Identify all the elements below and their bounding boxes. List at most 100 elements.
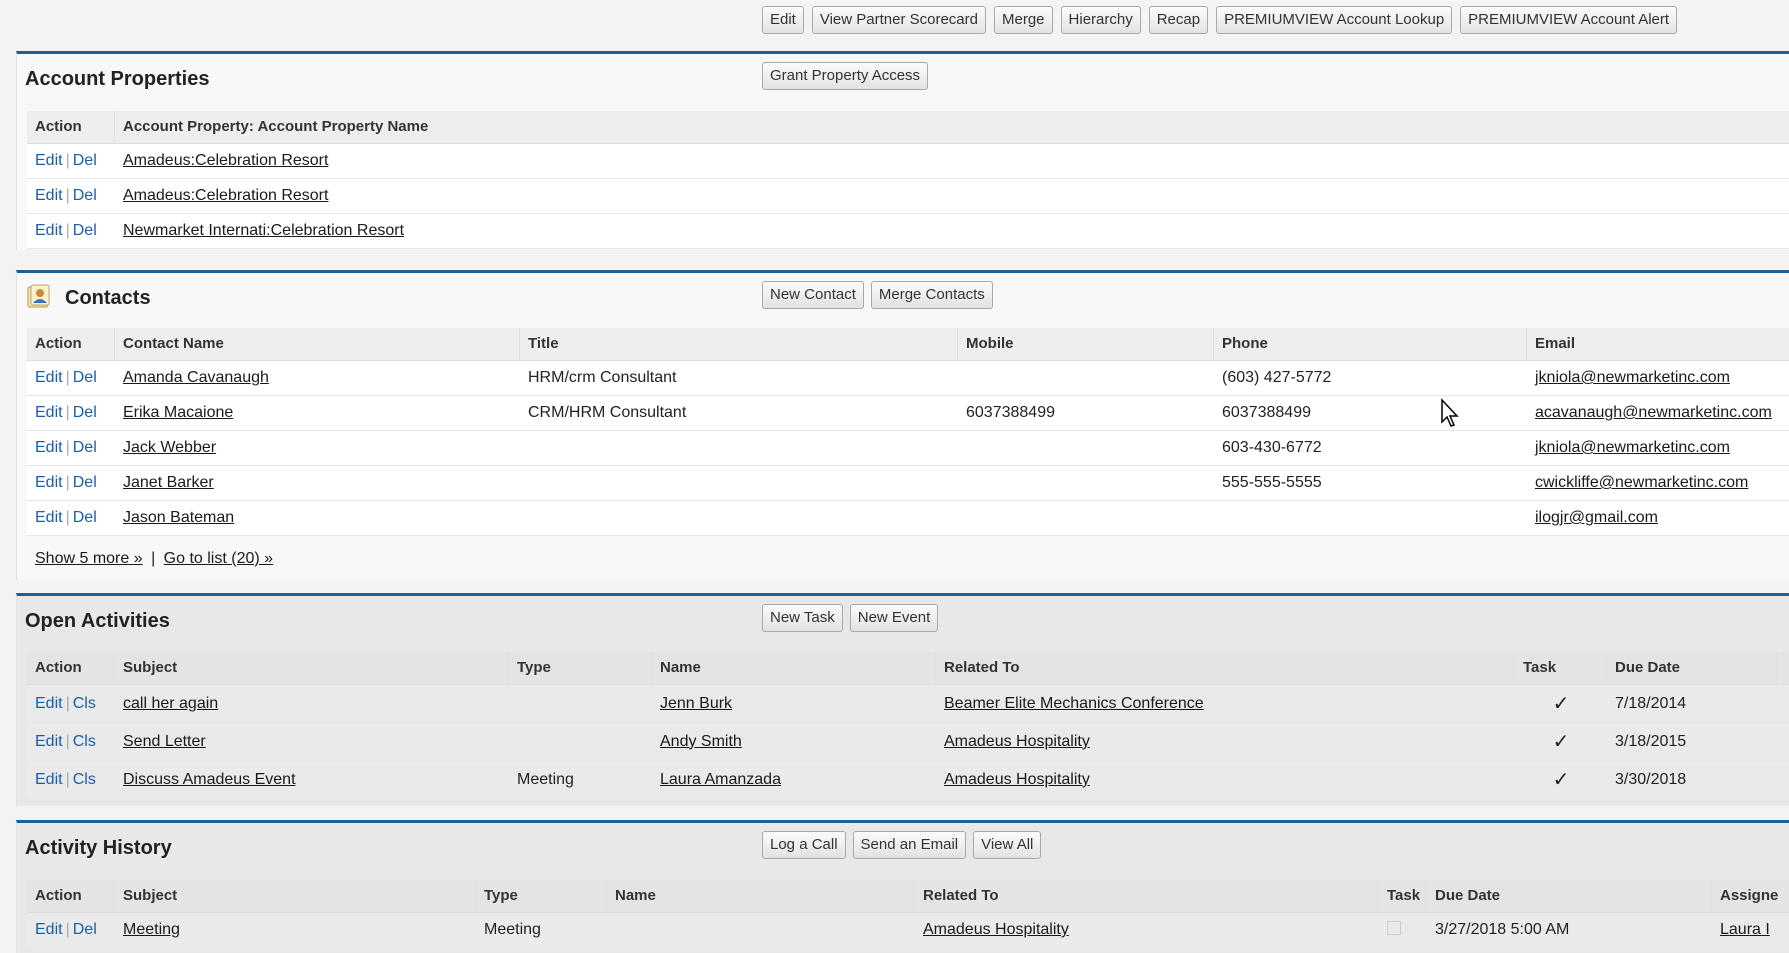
column-header: Email (1527, 328, 1789, 360)
edit-link[interactable]: Edit (35, 733, 63, 750)
contact-name-link[interactable]: Janet Barker (123, 474, 214, 491)
section-title: Open Activities (25, 610, 170, 632)
hierarchy-button[interactable]: Hierarchy (1060, 6, 1141, 34)
activity-subject-link[interactable]: Send Letter (123, 733, 206, 750)
premiumview-account-lookup-button[interactable]: PREMIUMVIEW Account Lookup (1216, 6, 1453, 34)
show-more-link[interactable]: Show 5 more » (35, 550, 143, 567)
del-link[interactable]: Del (73, 369, 97, 386)
contact-name-link[interactable]: Amanda Cavanaugh (123, 369, 269, 386)
contact-email-link[interactable]: ilogjr@gmail.com (1535, 509, 1658, 526)
send-an-email-button[interactable]: Send an Email (852, 831, 967, 859)
activity-subject-link[interactable]: Meeting (123, 921, 180, 938)
column-header: Action (27, 111, 115, 143)
column-header: Contact Name (115, 328, 520, 360)
column-header: Account Property: Account Property Name (115, 111, 1789, 143)
contact-title: CRM/HRM Consultant (528, 404, 687, 421)
new-event-button[interactable]: New Event (849, 604, 939, 632)
contact-name-link[interactable]: Jack Webber (123, 439, 216, 456)
task-check-icon: ✓ (1552, 731, 1570, 753)
footer-separator: | (151, 550, 156, 567)
edit-link[interactable]: Edit (35, 404, 63, 421)
column-header: Name (607, 880, 915, 912)
activity-name-link[interactable]: Andy Smith (660, 733, 742, 750)
column-header: Due Date (1427, 880, 1712, 912)
close-link[interactable]: Cls (73, 771, 96, 788)
del-link[interactable]: Del (73, 509, 97, 526)
close-link[interactable]: Cls (73, 733, 96, 750)
related-to-link[interactable]: Beamer Elite Mechanics Conference (944, 695, 1204, 712)
grant-property-access-button[interactable]: Grant Property Access (762, 62, 929, 90)
column-header: Related To (915, 880, 1379, 912)
account-toolbar: Edit View Partner Scorecard Merge Hierar… (762, 6, 1678, 34)
edit-link[interactable]: Edit (35, 439, 63, 456)
del-link[interactable]: Del (73, 921, 97, 938)
table-row: Edit | Del Erika Macaione CRM/HRM Consulta… (27, 396, 1789, 431)
column-header: Assigne (1712, 880, 1789, 912)
del-link[interactable]: Del (73, 439, 97, 456)
task-check-icon: ✓ (1552, 693, 1570, 715)
account-property-link[interactable]: Amadeus:Celebration Resort (123, 187, 328, 204)
edit-link[interactable]: Edit (35, 695, 63, 712)
column-header: Phone (1214, 328, 1527, 360)
del-link[interactable]: Del (73, 474, 97, 491)
due-date: 7/18/2014 (1615, 694, 1687, 712)
edit-link[interactable]: Edit (35, 474, 63, 491)
new-task-button[interactable]: New Task (762, 604, 843, 632)
contact-name-link[interactable]: Erika Macaione (123, 404, 233, 421)
view-partner-scorecard-button[interactable]: View Partner Scorecard (811, 6, 986, 34)
edit-button[interactable]: Edit (762, 6, 804, 34)
account-properties-section: Account Properties Grant Property Access… (16, 51, 1789, 250)
edit-link[interactable]: Edit (35, 187, 63, 204)
column-header: Subject (115, 652, 509, 684)
log-a-call-button[interactable]: Log a Call (762, 831, 846, 859)
section-title: Activity History (25, 837, 172, 859)
edit-link[interactable]: Edit (35, 222, 63, 239)
recap-button[interactable]: Recap (1148, 6, 1209, 34)
edit-link[interactable]: Edit (35, 369, 63, 386)
section-title: Account Properties (25, 68, 210, 90)
contact-phone: 555-555-5555 (1222, 474, 1322, 491)
contacts-section: Contacts New Contact Merge Contacts Acti… (16, 270, 1789, 580)
del-link[interactable]: Del (73, 404, 97, 421)
assigned-link[interactable]: Laura I (1720, 921, 1770, 938)
activity-subject-link[interactable]: Discuss Amadeus Event (123, 771, 296, 788)
premiumview-account-alert-button[interactable]: PREMIUMVIEW Account Alert (1460, 6, 1678, 34)
related-to-link[interactable]: Amadeus Hospitality (923, 921, 1069, 938)
del-link[interactable]: Del (73, 152, 97, 169)
activity-history-section: Activity History Log a Call Send an Emai… (16, 820, 1789, 953)
edit-link[interactable]: Edit (35, 771, 63, 788)
activity-name-link[interactable]: Jenn Burk (660, 695, 732, 712)
edit-link[interactable]: Edit (35, 921, 63, 938)
column-header: Name (652, 652, 936, 684)
column-header: Action (27, 328, 115, 360)
contact-name-link[interactable]: Jason Bateman (123, 509, 234, 526)
del-link[interactable]: Del (73, 222, 97, 239)
new-contact-button[interactable]: New Contact (762, 281, 864, 309)
edit-link[interactable]: Edit (35, 509, 63, 526)
merge-contacts-button[interactable]: Merge Contacts (870, 281, 993, 309)
activity-history-table: Action Subject Type Name Related To Task… (27, 880, 1789, 948)
table-row: Edit | Del Amanda Cavanaugh HRM/crm Consul… (27, 361, 1789, 396)
due-date: 3/27/2018 5:00 AM (1435, 921, 1570, 938)
activity-name-link[interactable]: Laura Amanzada (660, 771, 781, 788)
table-row: Edit | Cls call her again Jenn Burk Beamer… (27, 685, 1789, 723)
close-link[interactable]: Cls (73, 695, 96, 712)
go-to-list-link[interactable]: Go to list (20) » (164, 550, 273, 567)
contact-phone: 6037388499 (1222, 404, 1311, 421)
edit-link[interactable]: Edit (35, 152, 63, 169)
view-all-button[interactable]: View All (973, 831, 1042, 859)
merge-button[interactable]: Merge (994, 6, 1053, 34)
due-date: 3/18/2015 (1615, 732, 1687, 750)
activity-subject-link[interactable]: call her again (123, 695, 218, 712)
contact-email-link[interactable]: jkniola@newmarketinc.com (1535, 369, 1730, 386)
contacts-table: Action Contact Name Title Mobile Phone E… (27, 328, 1789, 568)
contact-email-link[interactable]: jkniola@newmarketinc.com (1535, 439, 1730, 456)
account-property-link[interactable]: Newmarket Internati:Celebration Resort (123, 222, 404, 239)
del-link[interactable]: Del (73, 187, 97, 204)
related-to-link[interactable]: Amadeus Hospitality (944, 733, 1090, 750)
contact-email-link[interactable]: cwickliffe@newmarketinc.com (1535, 474, 1748, 491)
account-property-link[interactable]: Amadeus:Celebration Resort (123, 152, 328, 169)
column-header: Mobile (958, 328, 1214, 360)
related-to-link[interactable]: Amadeus Hospitality (944, 771, 1090, 788)
contact-email-link[interactable]: acavanaugh@newmarketinc.com (1535, 404, 1772, 421)
